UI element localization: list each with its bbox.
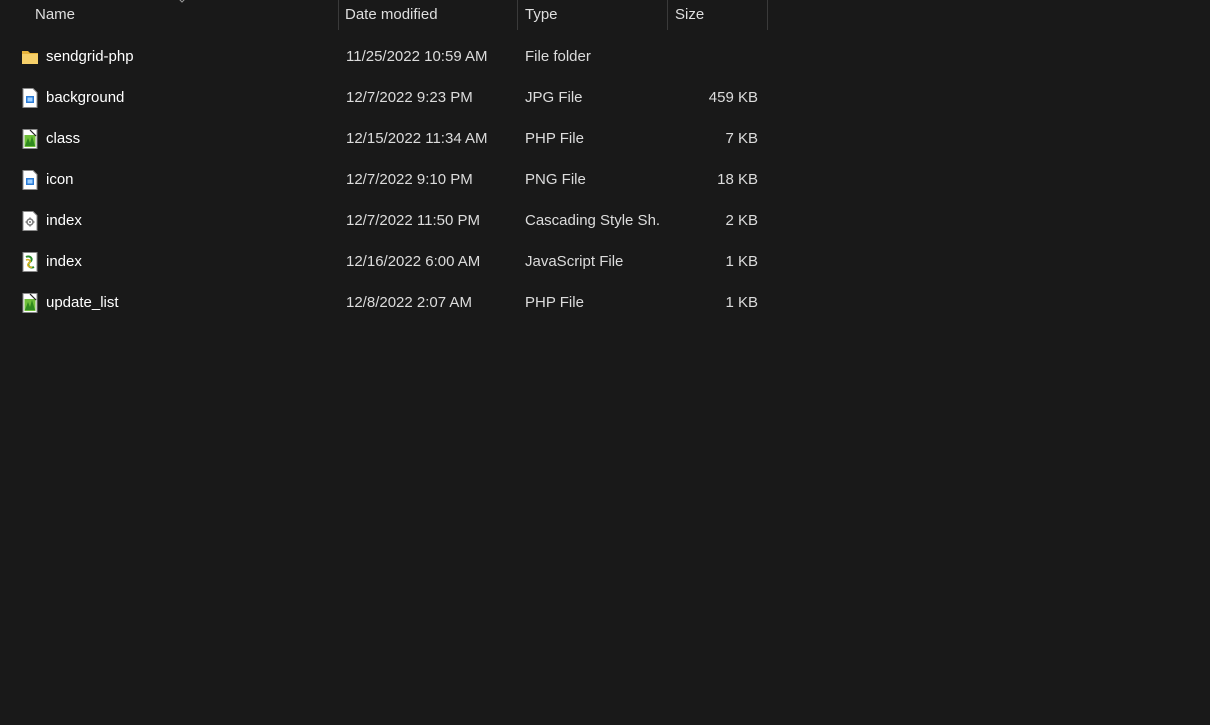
file-type: PNG File bbox=[525, 171, 586, 188]
file-size bbox=[668, 36, 758, 77]
column-header-bar: Name Date modified Type Size bbox=[0, 0, 768, 30]
file-name: background bbox=[46, 89, 125, 106]
file-row[interactable]: background 12/7/2022 9:23 PM JPG File 45… bbox=[0, 77, 768, 118]
php-file-icon bbox=[22, 293, 38, 313]
php-file-icon bbox=[22, 129, 38, 149]
file-type: JPG File bbox=[525, 89, 583, 106]
file-name: class bbox=[46, 130, 81, 147]
file-date-modified: 12/15/2022 11:34 AM bbox=[346, 130, 488, 147]
file-type: PHP File bbox=[525, 294, 584, 311]
image-file-icon bbox=[22, 88, 38, 108]
file-type: JavaScript File bbox=[525, 253, 624, 270]
js-file-icon bbox=[22, 252, 38, 272]
file-date-modified: 12/7/2022 9:23 PM bbox=[346, 89, 473, 106]
type-column-header[interactable]: Type bbox=[518, 0, 668, 30]
size-column-label: Size bbox=[675, 6, 705, 23]
file-size: 1 KB bbox=[725, 294, 758, 311]
file-type: PHP File bbox=[525, 130, 584, 147]
image-file-icon bbox=[22, 170, 38, 190]
file-name: index bbox=[46, 212, 82, 229]
sort-ascending-icon bbox=[179, 0, 185, 3]
file-row[interactable]: class 12/15/2022 11:34 AM PHP File 7 KB bbox=[0, 118, 768, 159]
date-modified-column-header[interactable]: Date modified bbox=[338, 0, 518, 30]
name-column-header[interactable]: Name bbox=[0, 0, 338, 30]
file-date-modified: 11/25/2022 10:59 AM bbox=[346, 48, 488, 65]
file-date-modified: 12/16/2022 6:00 AM bbox=[346, 253, 481, 270]
file-size: 1 KB bbox=[725, 253, 758, 270]
file-explorer-list: Name Date modified Type Size sendgrid-ph… bbox=[0, 0, 1210, 725]
file-row[interactable]: sendgrid-php 11/25/2022 10:59 AM File fo… bbox=[0, 36, 768, 77]
type-column-label: Type bbox=[525, 6, 558, 23]
file-size: 2 KB bbox=[725, 212, 758, 229]
file-list: sendgrid-php 11/25/2022 10:59 AM File fo… bbox=[0, 36, 768, 323]
date-modified-column-label: Date modified bbox=[345, 6, 438, 23]
file-type: File folder bbox=[525, 48, 591, 65]
folder-icon bbox=[22, 51, 38, 64]
file-name: sendgrid-php bbox=[46, 48, 134, 65]
file-date-modified: 12/7/2022 11:50 PM bbox=[346, 212, 480, 229]
name-column-label: Name bbox=[35, 6, 76, 23]
column-resize-handle[interactable] bbox=[767, 0, 768, 30]
file-size: 459 KB bbox=[708, 89, 758, 106]
file-type: Cascading Style Sh... bbox=[525, 212, 661, 229]
file-date-modified: 12/8/2022 2:07 AM bbox=[346, 294, 472, 311]
file-name: icon bbox=[46, 171, 74, 188]
file-name: index bbox=[46, 253, 82, 270]
file-row[interactable]: icon 12/7/2022 9:10 PM PNG File 18 KB bbox=[0, 159, 768, 200]
file-row[interactable]: update_list 12/8/2022 2:07 AM PHP File 1… bbox=[0, 282, 768, 323]
file-row[interactable]: index 12/7/2022 11:50 PM Cascading Style… bbox=[0, 200, 768, 241]
size-column-header[interactable]: Size bbox=[668, 0, 768, 30]
file-size: 18 KB bbox=[717, 171, 758, 188]
file-row[interactable]: index 12/16/2022 6:00 AM JavaScript File… bbox=[0, 241, 768, 282]
file-name: update_list bbox=[46, 294, 119, 311]
file-date-modified: 12/7/2022 9:10 PM bbox=[346, 171, 473, 188]
file-size: 7 KB bbox=[725, 130, 758, 147]
css-file-icon bbox=[22, 211, 38, 231]
